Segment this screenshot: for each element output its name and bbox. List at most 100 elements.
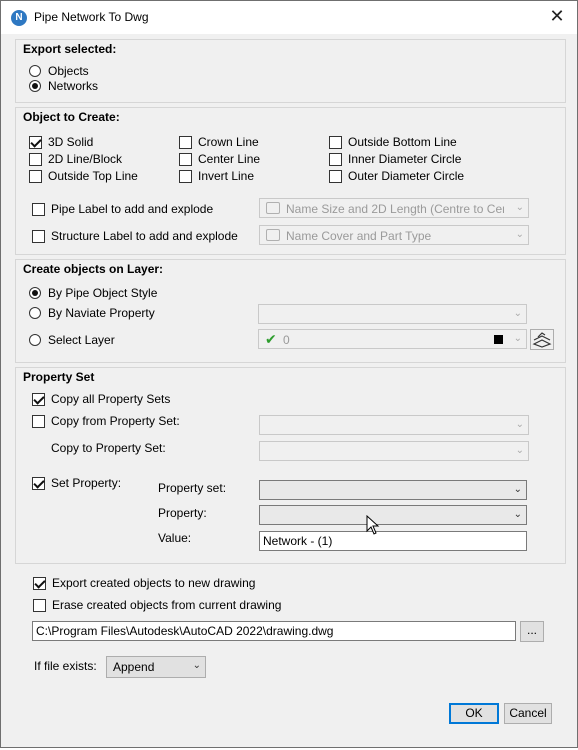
layer-manager-button[interactable] [530, 329, 554, 350]
layer-combo[interactable]: ✔ 0 ⌄ [258, 329, 527, 349]
inner-diameter-circle-check[interactable] [329, 152, 342, 166]
property-field-label: Property: [158, 506, 207, 520]
chevron-down-icon: ⌄ [513, 308, 522, 319]
checkmark-icon: ✔ [265, 331, 277, 347]
2d-line-block-label: 2D Line/Block [48, 152, 123, 166]
chevron-down-icon: ⌄ [515, 419, 524, 430]
outer-diameter-circle-check[interactable] [329, 169, 342, 183]
select-layer-radio[interactable]: Select Layer [29, 333, 115, 347]
center-line-check[interactable] [179, 152, 192, 166]
outside-bottom-line-check[interactable] [329, 135, 342, 149]
set-property-check[interactable] [32, 476, 45, 490]
objects-radio[interactable]: Objects [29, 64, 89, 78]
copy-all-property-sets-label: Copy all Property Sets [51, 392, 171, 406]
layer-color-swatch [494, 335, 503, 344]
window-title: Pipe Network To Dwg [34, 10, 149, 24]
invert-line-label: Invert Line [198, 169, 255, 183]
erase-current-drawing-check[interactable] [33, 598, 46, 612]
export-new-drawing-check[interactable] [33, 576, 46, 590]
copy-from-property-set-check[interactable] [32, 414, 45, 428]
object-to-create-title: Object to Create: [23, 110, 120, 124]
chevron-down-icon: ⌄ [515, 445, 524, 456]
if-file-exists-label: If file exists: [34, 659, 97, 673]
structure-label-check[interactable] [32, 229, 45, 243]
pipe-label-style-combo[interactable]: Name Size and 2D Length (Centre to Centr… [259, 198, 529, 218]
value-input[interactable]: Network - (1) [259, 531, 527, 551]
property-combo[interactable]: ⌄ [259, 505, 527, 525]
by-pipe-object-style-radio[interactable]: By Pipe Object Style [29, 286, 157, 300]
pipe-label-checkbox[interactable]: Pipe Label to add and explode [32, 202, 213, 216]
create-on-layer-title: Create objects on Layer: [23, 262, 164, 276]
outside-top-line-label: Outside Top Line [48, 169, 138, 183]
objects-radio-label: Objects [48, 64, 89, 78]
browse-button[interactable]: ... [520, 621, 544, 642]
crown-line-check[interactable] [179, 135, 192, 149]
by-naviate-property-label: By Naviate Property [48, 306, 155, 320]
structure-label-label: Structure Label to add and explode [51, 229, 238, 243]
object-to-create-group: Object to Create: 3D Solid 2D Line/Block… [15, 107, 566, 255]
set-property-checkbox[interactable]: Set Property: [32, 476, 121, 490]
outside-bottom-line-checkbox[interactable]: Outside Bottom Line [329, 135, 457, 149]
naviate-property-combo[interactable]: ⌄ [258, 304, 527, 324]
copy-from-property-set-checkbox[interactable]: Copy from Property Set: [32, 414, 180, 428]
by-naviate-property-radio[interactable]: By Naviate Property [29, 306, 155, 320]
property-set-group: Property Set Copy all Property Sets Copy… [15, 367, 566, 564]
export-selected-group: Export selected: Objects Networks [15, 39, 566, 103]
crown-line-checkbox[interactable]: Crown Line [179, 135, 259, 149]
inner-diameter-circle-checkbox[interactable]: Inner Diameter Circle [329, 152, 461, 166]
structure-label-checkbox[interactable]: Structure Label to add and explode [32, 229, 238, 243]
copy-from-property-set-combo[interactable]: ⌄ [259, 415, 529, 435]
by-naviate-property-radio-button[interactable] [29, 307, 41, 319]
chevron-down-icon: ⌄ [513, 484, 522, 495]
chevron-down-icon: ⌄ [513, 333, 522, 344]
3d-solid-checkbox[interactable]: 3D Solid [29, 135, 93, 149]
invert-line-checkbox[interactable]: Invert Line [179, 169, 254, 183]
if-file-exists-value: Append [113, 660, 155, 674]
create-on-layer-group: Create objects on Layer: By Pipe Object … [15, 259, 566, 363]
chevron-down-icon: ⌄ [515, 202, 524, 213]
property-set-title: Property Set [23, 370, 95, 384]
center-line-label: Center Line [198, 152, 261, 166]
center-line-checkbox[interactable]: Center Line [179, 152, 260, 166]
chevron-down-icon: ⌄ [515, 229, 524, 240]
pipe-label-check[interactable] [32, 202, 45, 216]
by-pipe-object-style-label: By Pipe Object Style [48, 286, 158, 300]
outer-diameter-circle-label: Outer Diameter Circle [348, 169, 465, 183]
3d-solid-check[interactable] [29, 135, 42, 149]
copy-all-property-sets-checkbox[interactable]: Copy all Property Sets [32, 392, 170, 406]
outside-top-line-check[interactable] [29, 169, 42, 183]
structure-label-style-combo[interactable]: Name Cover and Part Type ⌄ [259, 225, 529, 245]
mouse-cursor-icon [366, 515, 380, 535]
select-layer-label: Select Layer [48, 333, 115, 347]
2d-line-block-check[interactable] [29, 152, 42, 166]
layer-value: 0 [283, 333, 290, 347]
chevron-down-icon: ⌄ [192, 660, 201, 671]
copy-to-property-set-combo[interactable]: ⌄ [259, 441, 529, 461]
copy-all-property-sets-check[interactable] [32, 392, 45, 406]
copy-to-property-set-label: Copy to Property Set: [51, 441, 166, 455]
close-icon[interactable]: ✕ [545, 5, 569, 29]
erase-current-drawing-checkbox[interactable]: Erase created objects from current drawi… [33, 598, 281, 612]
2d-line-block-checkbox[interactable]: 2D Line/Block [29, 152, 122, 166]
outside-bottom-line-label: Outside Bottom Line [348, 135, 457, 149]
pipe-label-style-value: Name Size and 2D Length (Centre to Centr… [286, 202, 504, 216]
property-set-combo[interactable]: ⌄ [259, 480, 527, 500]
select-layer-radio-button[interactable] [29, 334, 41, 346]
if-file-exists-combo[interactable]: Append ⌄ [106, 656, 206, 678]
layer-stack-icon [532, 332, 552, 348]
label-style-icon [266, 202, 280, 214]
copy-from-property-set-label: Copy from Property Set: [51, 414, 180, 428]
outside-top-line-checkbox[interactable]: Outside Top Line [29, 169, 138, 183]
networks-radio[interactable]: Networks [29, 79, 98, 93]
objects-radio-button[interactable] [29, 65, 41, 77]
outer-diameter-circle-checkbox[interactable]: Outer Diameter Circle [329, 169, 464, 183]
networks-radio-label: Networks [48, 79, 99, 93]
ok-button[interactable]: OK [449, 703, 499, 724]
output-path-input[interactable]: C:\Program Files\Autodesk\AutoCAD 2022\d… [32, 621, 516, 641]
networks-radio-button[interactable] [29, 80, 41, 92]
by-pipe-object-style-radio-button[interactable] [29, 287, 41, 299]
invert-line-check[interactable] [179, 169, 192, 183]
export-new-drawing-checkbox[interactable]: Export created objects to new drawing [33, 576, 255, 590]
cancel-button[interactable]: Cancel [504, 703, 552, 724]
chevron-down-icon: ⌄ [513, 509, 522, 520]
